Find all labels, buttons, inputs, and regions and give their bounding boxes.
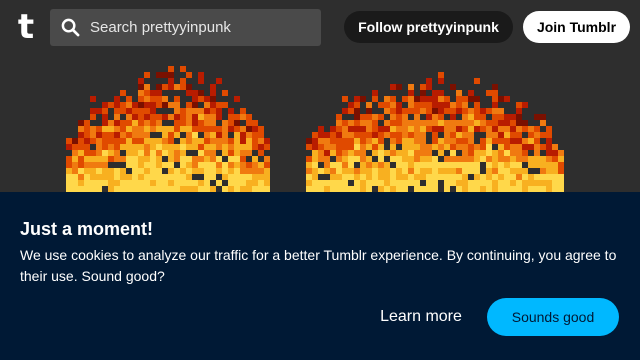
pixel-fire-image: [66, 66, 564, 192]
search-input[interactable]: [90, 9, 315, 46]
sounds-good-button[interactable]: Sounds good: [487, 298, 619, 336]
cookie-consent-dialog: Just a moment! We use cookies to analyze…: [0, 192, 640, 360]
learn-more-button[interactable]: Learn more: [370, 298, 472, 336]
top-nav-bar: t Follow prettyyinpunk Join Tumblr: [0, 0, 640, 54]
dialog-message: We use cookies to analyze our traffic fo…: [20, 247, 617, 284]
follow-blog-button[interactable]: Follow prettyyinpunk: [344, 11, 513, 43]
join-tumblr-button[interactable]: Join Tumblr: [523, 11, 630, 43]
search-icon: [61, 18, 80, 37]
search-box[interactable]: [50, 9, 321, 46]
tumblr-logo[interactable]: t: [12, 9, 40, 45]
tumblr-blog-page: t Follow prettyyinpunk Join Tumblr Just …: [0, 0, 640, 360]
blog-header-image: [0, 54, 640, 192]
dialog-title: Just a moment!: [20, 219, 154, 239]
